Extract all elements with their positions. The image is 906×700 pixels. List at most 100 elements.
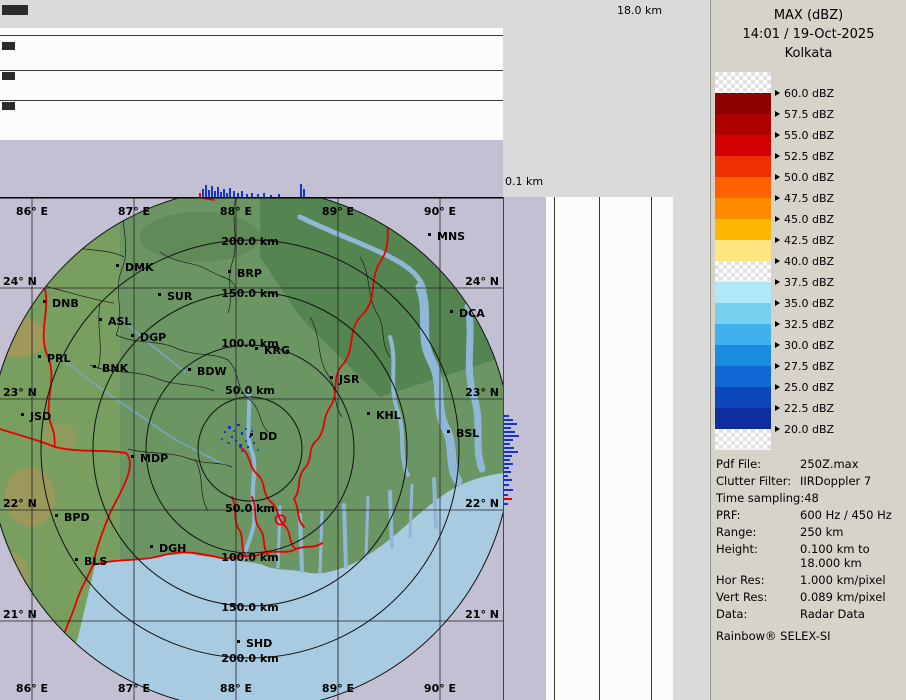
colorbar-box xyxy=(715,114,771,135)
colorbar-label: 35.0 dBZ xyxy=(775,297,834,309)
info-label: Pdf File: xyxy=(716,457,800,471)
echo-spike xyxy=(202,189,204,197)
city-dot xyxy=(447,430,450,433)
software-brand: Rainbow® SELEX-SI xyxy=(716,629,904,643)
latitude-label-left: 24° N xyxy=(3,275,37,288)
scale-tick-arrow xyxy=(775,237,780,243)
height-axis-min-label: 0.1 km xyxy=(505,175,543,188)
longitude-label-top: 88° E xyxy=(220,205,252,218)
map-svg: 200.0 km150.0 km100.0 km50.0 km50.0 km10… xyxy=(0,197,503,700)
colorbar-label: 32.5 dBZ xyxy=(775,318,834,330)
radar-echo-cell xyxy=(227,442,230,444)
longitude-label-top: 87° E xyxy=(118,205,150,218)
radar-echo-cell xyxy=(224,431,226,433)
echo-spike xyxy=(504,439,513,441)
city-dot xyxy=(158,293,161,296)
city-dot xyxy=(250,433,253,436)
colorbar-label: 20.0 dBZ xyxy=(775,423,834,435)
info-label: Vert Res: xyxy=(716,590,800,604)
radar-echo-cell xyxy=(221,438,223,440)
colorbar-label: 42.5 dBZ xyxy=(775,234,834,246)
echo-spike xyxy=(504,443,510,445)
info-row: PRF:600 Hz / 450 Hz xyxy=(716,508,904,522)
scale-tick-arrow xyxy=(775,216,780,222)
echo-spike xyxy=(223,189,225,197)
colorbar-label: 40.0 dBZ xyxy=(775,255,834,267)
top-cross-section-echoes xyxy=(0,0,503,197)
city-dot xyxy=(150,545,153,548)
height-axis-max-label: 18.0 km xyxy=(617,4,662,17)
echo-spike xyxy=(504,423,517,425)
range-ring-label: 100.0 km xyxy=(221,551,278,564)
city-label: BNK xyxy=(102,362,129,375)
right-cross-section-panel xyxy=(503,197,711,700)
colorbar-label-text: 32.5 dBZ xyxy=(784,318,834,331)
radar-echo-cell xyxy=(231,436,233,438)
colorbar-box xyxy=(715,387,771,408)
info-label: Clutter Filter: xyxy=(716,474,800,488)
colorbar-label-text: 25.0 dBZ xyxy=(784,381,834,394)
city-label: DD xyxy=(259,430,277,443)
scale-tick-arrow xyxy=(775,195,780,201)
colorbar-label-text: 27.5 dBZ xyxy=(784,360,834,373)
city-dot xyxy=(43,300,46,303)
info-value: IIRDoppler 7 xyxy=(800,474,871,488)
colorbar-label: 52.5 dBZ xyxy=(775,150,834,162)
info-row: Pdf File:250Z.max xyxy=(716,457,904,471)
colorbar-box xyxy=(715,93,771,114)
radar-echo-cell xyxy=(249,436,251,438)
scale-tick-arrow xyxy=(775,384,780,390)
colorbar-box xyxy=(715,282,771,303)
scale-tick-arrow xyxy=(775,300,780,306)
colorbar-label: 50.0 dBZ xyxy=(775,171,834,183)
radar-echo-cell xyxy=(247,446,249,448)
info-row: Height:0.100 km to 18.000 km xyxy=(716,542,904,570)
radar-application-window: { "header": { "title": "MAX (dBZ)", "dat… xyxy=(0,0,906,700)
product-datetime: 14:01 / 19-Oct-2025 xyxy=(711,27,906,42)
info-row: Range:250 km xyxy=(716,525,904,539)
echo-spike xyxy=(300,184,302,197)
radar-echo-cell xyxy=(241,450,243,452)
colorbar-box xyxy=(715,156,771,177)
city-label: DGH xyxy=(159,542,186,555)
colorbar-box xyxy=(715,303,771,324)
colorbar-box xyxy=(715,324,771,345)
colorbar-label: 55.0 dBZ xyxy=(775,129,834,141)
city-dot xyxy=(55,514,58,517)
echo-spike xyxy=(504,415,509,417)
info-row: Time sampling:48 xyxy=(716,491,904,505)
scale-tick-arrow xyxy=(775,174,780,180)
colorbar-label-text: 50.0 dBZ xyxy=(784,171,834,184)
latitude-label-left: 21° N xyxy=(3,608,37,621)
city-label: KHL xyxy=(376,409,401,422)
city-label: ASL xyxy=(108,315,131,328)
colorbar-label-text: 35.0 dBZ xyxy=(784,297,834,310)
info-value: Radar Data xyxy=(800,607,865,621)
echo-spike xyxy=(504,427,511,429)
colorbar-box xyxy=(715,408,771,429)
info-row: Clutter Filter:IIRDoppler 7 xyxy=(716,474,904,488)
echo-spike xyxy=(504,479,512,481)
radar-echo-cell xyxy=(253,442,255,444)
city-label: JSR xyxy=(338,373,360,386)
top-cross-section-panel: 18.0 km 0.1 km xyxy=(0,0,710,197)
city-label: BPD xyxy=(64,511,90,524)
echo-spike xyxy=(504,471,511,473)
colorbar-label-text: 45.0 dBZ xyxy=(784,213,834,226)
echo-spike xyxy=(229,188,231,197)
colorbar-label-text: 22.5 dBZ xyxy=(784,402,834,415)
colorbar-boxes xyxy=(715,72,771,450)
longitude-label-bottom: 90° E xyxy=(424,682,456,695)
colorbar-box xyxy=(715,366,771,387)
echo-spike xyxy=(208,190,210,197)
colorbar-box xyxy=(715,135,771,156)
echo-spike xyxy=(504,498,512,500)
radar-echo-cell xyxy=(239,444,242,447)
info-value: 0.089 km/pixel xyxy=(800,590,886,604)
colorbar-label: 57.5 dBZ xyxy=(775,108,834,120)
echo-spike xyxy=(504,489,513,491)
city-dot xyxy=(237,640,240,643)
colorbar-label: 22.5 dBZ xyxy=(775,402,834,414)
radar-echo-cell xyxy=(245,440,247,442)
city-dot xyxy=(228,270,231,273)
